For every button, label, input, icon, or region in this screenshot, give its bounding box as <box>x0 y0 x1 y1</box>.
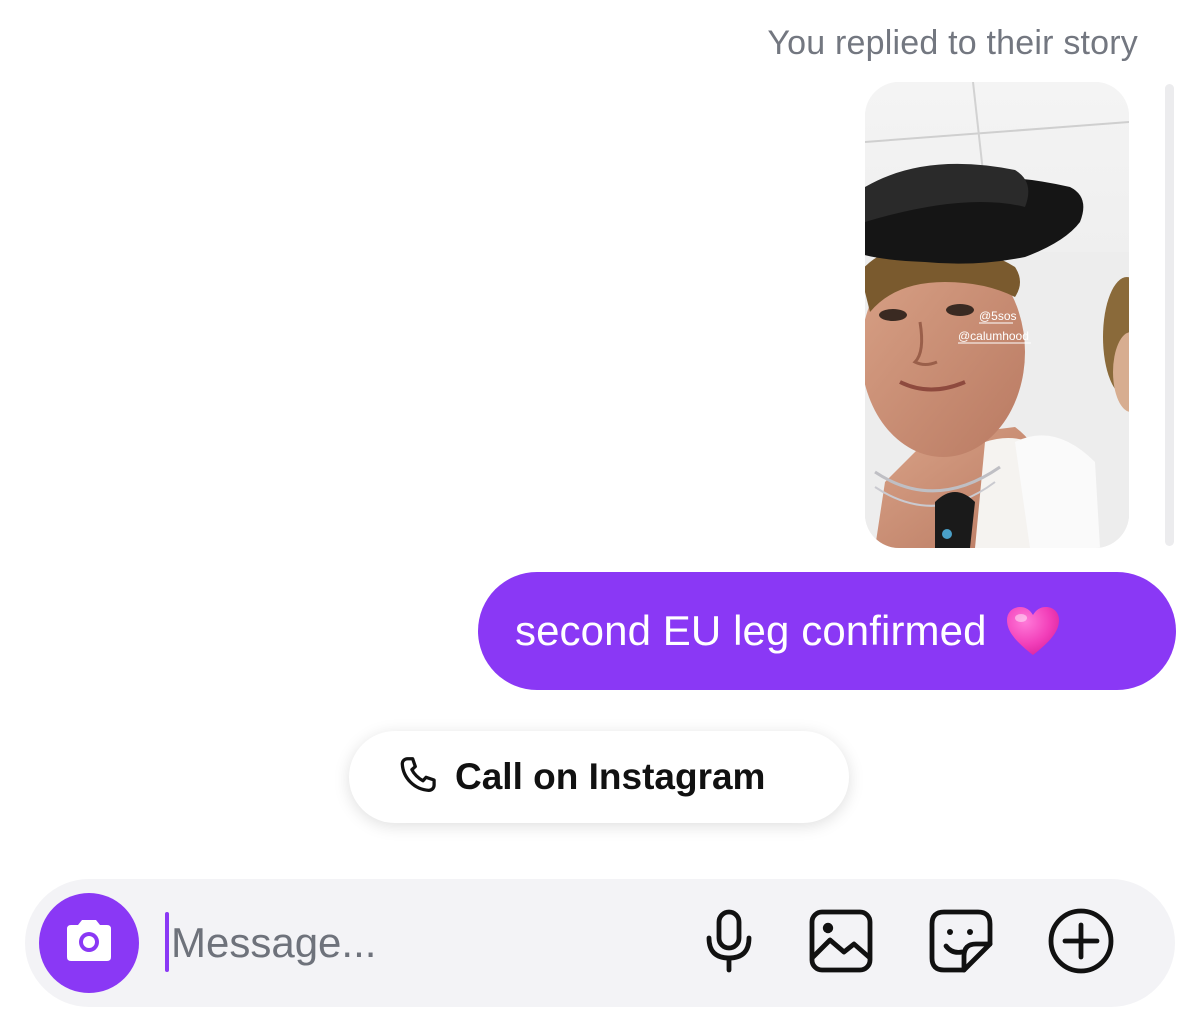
pink-heart-emoji <box>1005 605 1061 657</box>
message-composer <box>25 879 1175 1007</box>
microphone-button[interactable] <box>695 909 763 977</box>
sent-message-bubble[interactable]: second EU leg confirmed <box>478 572 1176 690</box>
message-text: second EU leg confirmed <box>515 607 987 654</box>
story-tag-calumhood: @calumhood <box>958 329 1029 343</box>
scrollbar[interactable] <box>1165 84 1174 546</box>
camera-icon <box>61 917 117 970</box>
sticker-icon <box>928 908 994 979</box>
plus-circle-icon <box>1047 907 1115 980</box>
story-thumbnail[interactable]: @5sos @calumhood <box>865 82 1129 548</box>
call-button-label: Call on Instagram <box>455 756 766 797</box>
chat-screen: You replied to their story @5sos @calumh… <box>0 0 1200 1016</box>
call-on-instagram-button[interactable]: Call on Instagram <box>349 731 849 823</box>
story-reply-caption: You replied to their story <box>767 24 1138 62</box>
story-photo: @5sos @calumhood <box>865 82 1129 548</box>
gallery-icon <box>808 908 874 979</box>
message-input[interactable] <box>171 905 671 981</box>
sticker-button[interactable] <box>927 909 995 977</box>
microphone-icon <box>699 908 759 979</box>
story-tag-5sos: @5sos <box>979 309 1017 323</box>
plus-button[interactable] <box>1047 907 1115 980</box>
phone-icon <box>395 752 441 803</box>
gallery-button[interactable] <box>807 909 875 977</box>
text-caret <box>165 912 169 972</box>
camera-button[interactable] <box>39 893 139 993</box>
